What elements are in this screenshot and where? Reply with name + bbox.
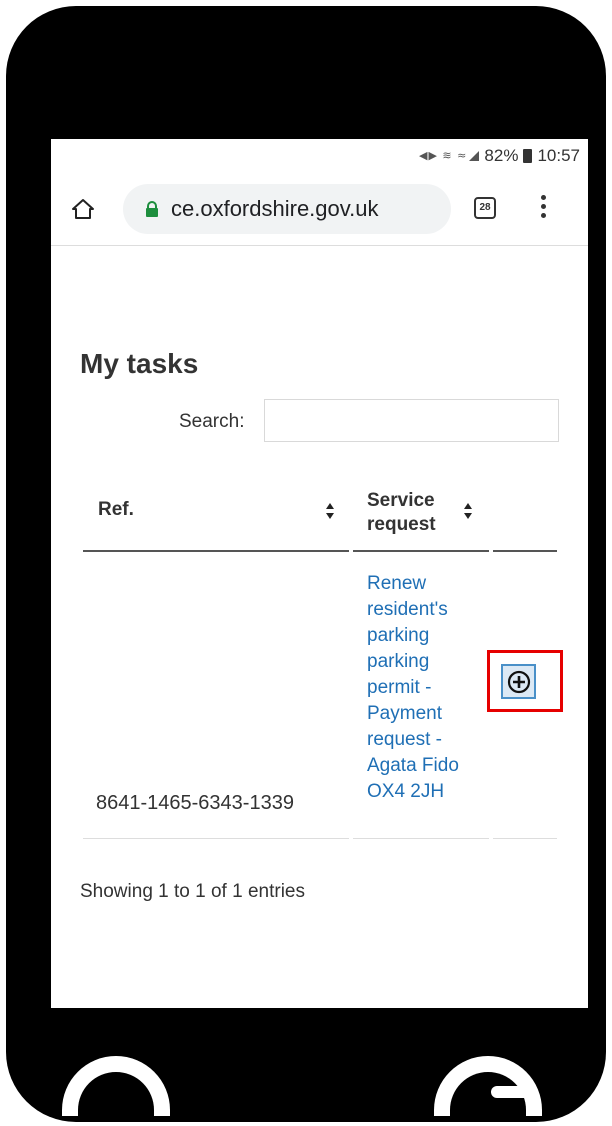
cell-ref: 8641-1465-6343-1339 <box>96 792 294 814</box>
row-divider <box>353 838 489 839</box>
highlight-box <box>487 650 563 712</box>
search-input[interactable] <box>264 399 559 442</box>
service-request-link[interactable]: Renew resident's parking parking permit … <box>367 571 477 805</box>
column-header-ref[interactable]: Ref. <box>98 499 134 521</box>
header-divider <box>493 550 557 552</box>
browser-toolbar: ce.oxfordshire.gov.uk 28 <box>51 173 588 246</box>
home-icon[interactable] <box>71 197 95 221</box>
address-bar[interactable]: ce.oxfordshire.gov.uk <box>123 184 451 234</box>
svg-text:◀▶ ≋ ≈: ◀▶ ≋ ≈ <box>419 149 467 162</box>
battery-icon <box>523 149 533 163</box>
phone-frame: ◀▶ ≋ ≈ 82% 10:57 ce.oxfordshire.gov.uk 2… <box>6 6 606 1122</box>
table-info: Showing 1 to 1 of 1 entries <box>80 881 305 902</box>
sort-icon[interactable] <box>463 501 473 521</box>
more-menu-icon[interactable] <box>541 195 547 221</box>
status-bar: ◀▶ ≋ ≈ 82% 10:57 <box>51 139 588 173</box>
tab-switcher-button[interactable]: 28 <box>474 197 496 219</box>
recents-bar[interactable] <box>491 1086 537 1098</box>
column-header-service-request[interactable]: Service request <box>367 489 457 537</box>
row-divider <box>83 838 349 839</box>
search-label: Search: <box>179 411 245 432</box>
clock: 10:57 <box>537 146 580 165</box>
header-divider <box>353 550 489 552</box>
row-divider <box>493 838 557 839</box>
sort-icon[interactable] <box>325 501 335 521</box>
back-button[interactable] <box>62 1056 170 1116</box>
header-divider <box>83 550 349 552</box>
signal-icons: ◀▶ ≋ ≈ <box>419 148 480 165</box>
page-title: My tasks <box>80 348 199 379</box>
lock-icon <box>146 201 158 217</box>
battery-percent: 82% <box>484 146 519 165</box>
url-text: ce.oxfordshire.gov.uk <box>171 196 379 221</box>
screen: ◀▶ ≋ ≈ 82% 10:57 ce.oxfordshire.gov.uk 2… <box>51 139 588 1008</box>
